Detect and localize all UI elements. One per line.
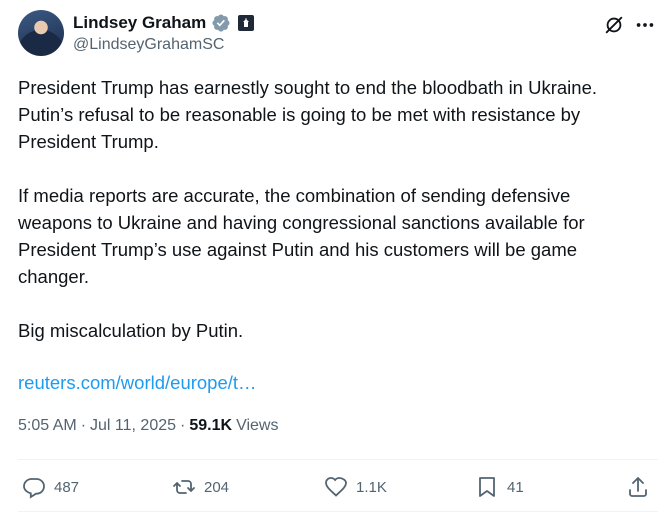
bookmark-button[interactable]: 41 <box>475 470 524 504</box>
more-icon[interactable] <box>634 14 656 36</box>
tweet-time[interactable]: 5:05 AM <box>18 417 77 435</box>
article-link[interactable]: reuters.com/world/europe/t… <box>18 372 257 394</box>
like-button[interactable]: 1.1K <box>324 470 387 504</box>
tweet-date[interactable]: Jul 11, 2025 <box>90 417 176 435</box>
author-avatar[interactable] <box>18 10 64 56</box>
meta-separator-2: · <box>180 417 186 434</box>
share-button[interactable] <box>626 470 650 504</box>
repost-count: 204 <box>204 478 230 496</box>
reply-icon <box>23 478 45 499</box>
divider <box>18 459 658 460</box>
tweet-paragraph-3: Big miscalculation by Putin. <box>18 320 244 341</box>
share-icon <box>629 477 647 497</box>
government-badge-icon <box>238 15 255 31</box>
tweet-text: President Trump has earnestly sought to … <box>18 74 648 344</box>
grok-icon[interactable] <box>603 14 625 36</box>
repost-icon <box>173 480 195 494</box>
reply-count: 487 <box>54 478 80 496</box>
reply-button[interactable]: 487 <box>22 470 79 504</box>
divider-bottom <box>18 511 658 512</box>
action-bar: 487 204 1.1K 41 <box>0 470 672 504</box>
views-count[interactable]: 59.1K <box>189 417 232 435</box>
author-name[interactable]: Lindsey Graham <box>73 13 206 33</box>
tweet-paragraph-2: If media reports are accurate, the combi… <box>18 185 585 287</box>
verified-badge-icon[interactable] <box>211 13 231 33</box>
views-label: Views <box>236 417 279 434</box>
bookmark-icon <box>479 477 495 497</box>
tweet-paragraph-1: President Trump has earnestly sought to … <box>18 77 597 152</box>
meta-separator: · <box>80 417 87 434</box>
like-count: 1.1K <box>356 478 387 496</box>
like-icon <box>325 477 347 497</box>
repost-button[interactable]: 204 <box>172 470 229 504</box>
author-name-row: Lindsey Graham <box>73 12 255 34</box>
bookmark-count: 41 <box>507 478 524 496</box>
tweet-meta: 5:05 AM · Jul 11, 2025 · 59.1K Views <box>18 417 278 435</box>
author-handle[interactable]: @LindseyGrahamSC <box>73 36 224 54</box>
